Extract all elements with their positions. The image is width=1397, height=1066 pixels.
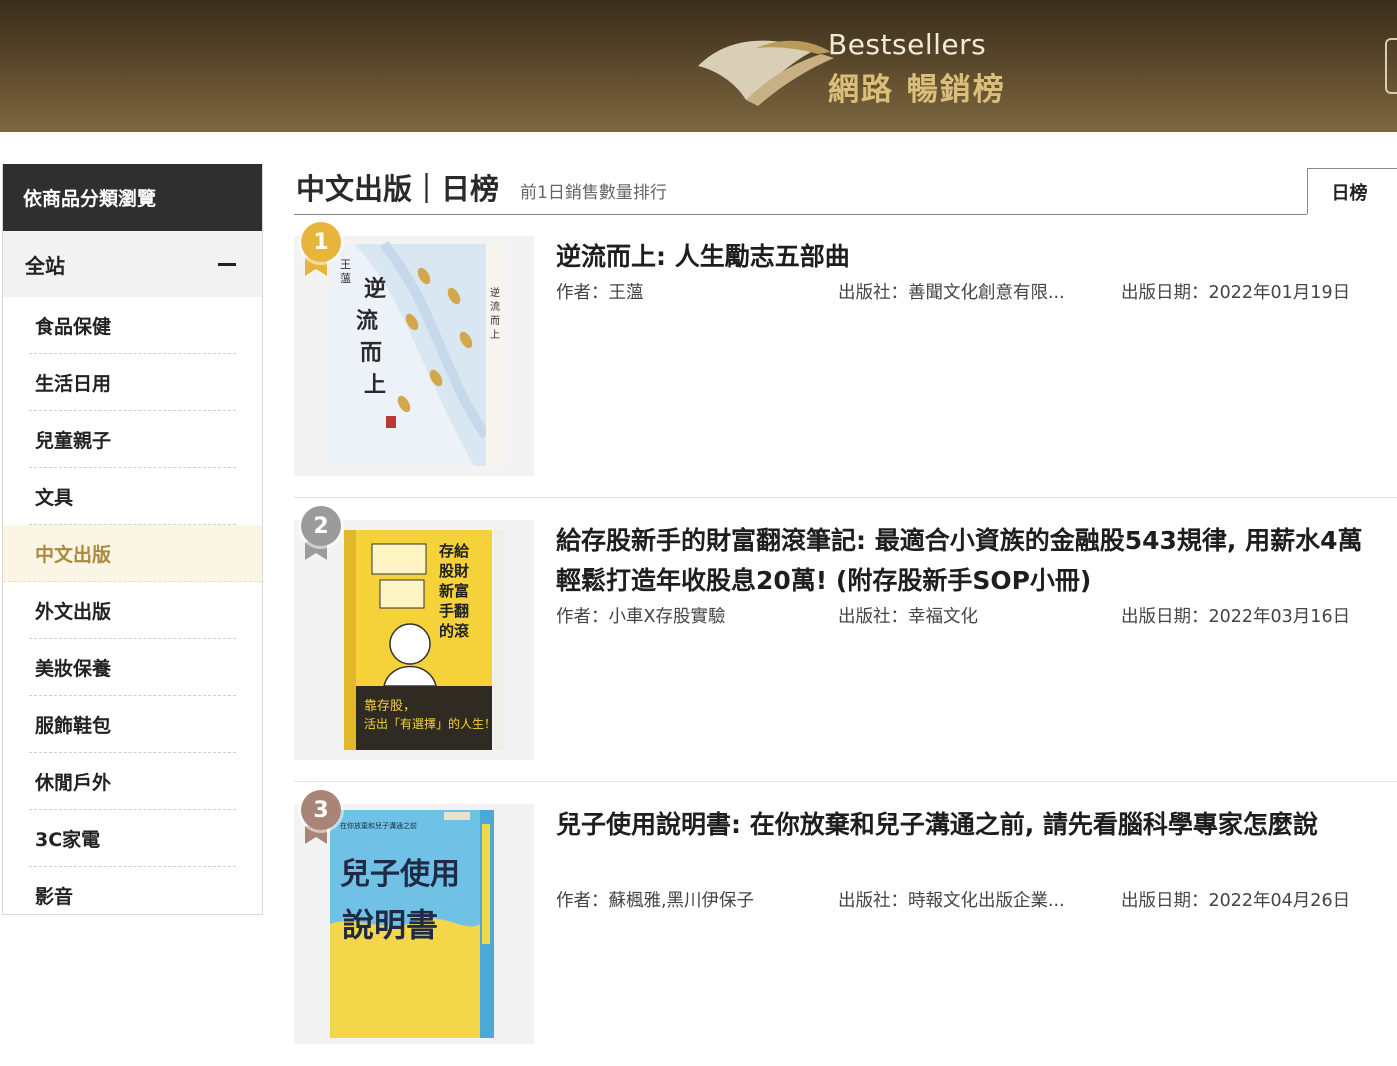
svg-text:流: 流 xyxy=(490,300,500,313)
ranking-header: 中文出版｜日榜 前1日銷售數量排行 xyxy=(294,164,1307,215)
book-publisher[interactable]: 出版社：善聞文化創意有限... xyxy=(838,279,1065,304)
book-author[interactable]: 作者：王薀 xyxy=(556,279,644,304)
svg-text:活出「有選擇」的人生！: 活出「有選擇」的人生！ xyxy=(364,716,496,731)
banner-title-zh: 網路 暢銷榜 xyxy=(828,72,1006,108)
book-publisher[interactable]: 出版社：幸福文化 xyxy=(838,603,978,628)
sidebar-item-media[interactable]: 影音 xyxy=(29,867,236,923)
book-cover-1-art: 逆 流 而 上 王 薀 逆 流 而 上 xyxy=(294,236,534,476)
category-sidebar: 依商品分類瀏覽 全站 食品保健 生活日用 兒童親子 文具 中文出版 外文出版 美… xyxy=(2,164,263,915)
book-publish-date: 出版日期：2022年04月26日 xyxy=(1121,891,1351,911)
rank-badge: 2 xyxy=(301,506,341,546)
book-cover-2-art: 存給 股財 新富 手翻 的滾 靠存股， 活出「有選擇」的人生！ xyxy=(294,520,534,760)
ranking-item: 逆 流 而 上 王 薀 逆 流 而 上 1 逆流而上: 人生勵志五部曲 作者：王… xyxy=(294,222,1397,520)
book-title[interactable]: 給存股新手的財富翻滾筆記: 最適合小資族的金融股543規律, 用薪水4萬輕鬆打造… xyxy=(556,521,1376,601)
book-publish-date: 出版日期：2022年01月19日 xyxy=(1121,283,1351,303)
banner-edge-button[interactable] xyxy=(1385,38,1397,94)
book-cover-1[interactable]: 逆 流 而 上 王 薀 逆 流 而 上 xyxy=(294,236,534,476)
ranking-item: 兒子使用 說明書 在你放棄和兒子溝通之前 3 兒子使用說明書: 在你放棄和兒子溝… xyxy=(294,781,1397,1066)
tab-daily[interactable]: 日榜 xyxy=(1307,168,1397,214)
ranking-item: 存給 股財 新富 手翻 的滾 靠存股， 活出「有選擇」的人生！ 2 給存股新手的… xyxy=(294,497,1397,782)
sidebar-item-stationery[interactable]: 文具 xyxy=(29,468,236,525)
svg-text:王: 王 xyxy=(340,258,351,271)
sidebar-item-fashion[interactable]: 服飾鞋包 xyxy=(29,696,236,753)
sidebar-item-electronics[interactable]: 3C家電 xyxy=(29,810,236,867)
svg-text:的滾: 的滾 xyxy=(439,622,470,640)
rank-badge: 1 xyxy=(301,222,341,262)
sidebar-item-all[interactable]: 全站 xyxy=(3,231,262,297)
sidebar-item-outdoor[interactable]: 休閒戶外 xyxy=(29,753,236,810)
svg-text:而: 而 xyxy=(360,340,382,366)
rank-badge: 3 xyxy=(301,790,341,830)
sidebar-item-daily[interactable]: 生活日用 xyxy=(29,354,236,411)
sidebar-item-beauty[interactable]: 美妝保養 xyxy=(29,639,236,696)
book-cover-3[interactable]: 兒子使用 說明書 在你放棄和兒子溝通之前 xyxy=(294,804,534,1044)
page-title: 中文出版｜日榜 xyxy=(296,172,500,206)
svg-text:存給: 存給 xyxy=(439,542,470,560)
book-cover-3-art: 兒子使用 說明書 在你放棄和兒子溝通之前 xyxy=(294,804,534,1044)
svg-text:新富: 新富 xyxy=(439,582,469,600)
sidebar-item-foreign-books[interactable]: 外文出版 xyxy=(29,582,236,639)
svg-text:薀: 薀 xyxy=(340,272,351,285)
svg-text:而: 而 xyxy=(490,315,500,327)
cover-1-title-1: 逆 xyxy=(364,276,386,302)
svg-text:兒子使用: 兒子使用 xyxy=(340,857,460,892)
header-banner: Bestsellers 網路 暢銷榜 xyxy=(0,0,1397,132)
book-author[interactable]: 作者：小車X存股實驗 xyxy=(556,603,726,628)
svg-text:在你放棄和兒子溝通之前: 在你放棄和兒子溝通之前 xyxy=(340,821,417,830)
svg-text:逆: 逆 xyxy=(490,286,500,299)
page-subtitle: 前1日銷售數量排行 xyxy=(520,183,667,203)
svg-text:靠存股，: 靠存股， xyxy=(364,699,416,714)
book-author[interactable]: 作者：蘇楓雅,黑川伊保子 xyxy=(556,887,754,912)
sidebar-item-kids[interactable]: 兒童親子 xyxy=(29,411,236,468)
book-title[interactable]: 逆流而上: 人生勵志五部曲 xyxy=(556,237,1376,277)
book-title[interactable]: 兒子使用說明書: 在你放棄和兒子溝通之前, 請先看腦科學專家怎麼說 xyxy=(556,805,1376,845)
sidebar-heading: 依商品分類瀏覽 xyxy=(3,164,262,231)
book-cover-2[interactable]: 存給 股財 新富 手翻 的滾 靠存股， 活出「有選擇」的人生！ xyxy=(294,520,534,760)
sidebar-item-chinese-books[interactable]: 中文出版 xyxy=(3,525,262,582)
banner-title-en: Bestsellers xyxy=(828,28,987,61)
svg-text:說明書: 說明書 xyxy=(342,906,438,944)
svg-text:上: 上 xyxy=(490,329,500,341)
collapse-minus-icon[interactable] xyxy=(218,262,236,266)
book-publisher[interactable]: 出版社：時報文化出版企業... xyxy=(838,887,1065,912)
svg-text:上: 上 xyxy=(364,372,386,398)
sidebar-item-food[interactable]: 食品保健 xyxy=(29,297,236,354)
sidebar-all-label: 全站 xyxy=(25,253,65,278)
book-publish-date: 出版日期：2022年03月16日 xyxy=(1121,607,1351,627)
svg-text:流: 流 xyxy=(356,308,378,334)
svg-text:股財: 股財 xyxy=(439,562,469,580)
svg-text:手翻: 手翻 xyxy=(439,602,469,620)
